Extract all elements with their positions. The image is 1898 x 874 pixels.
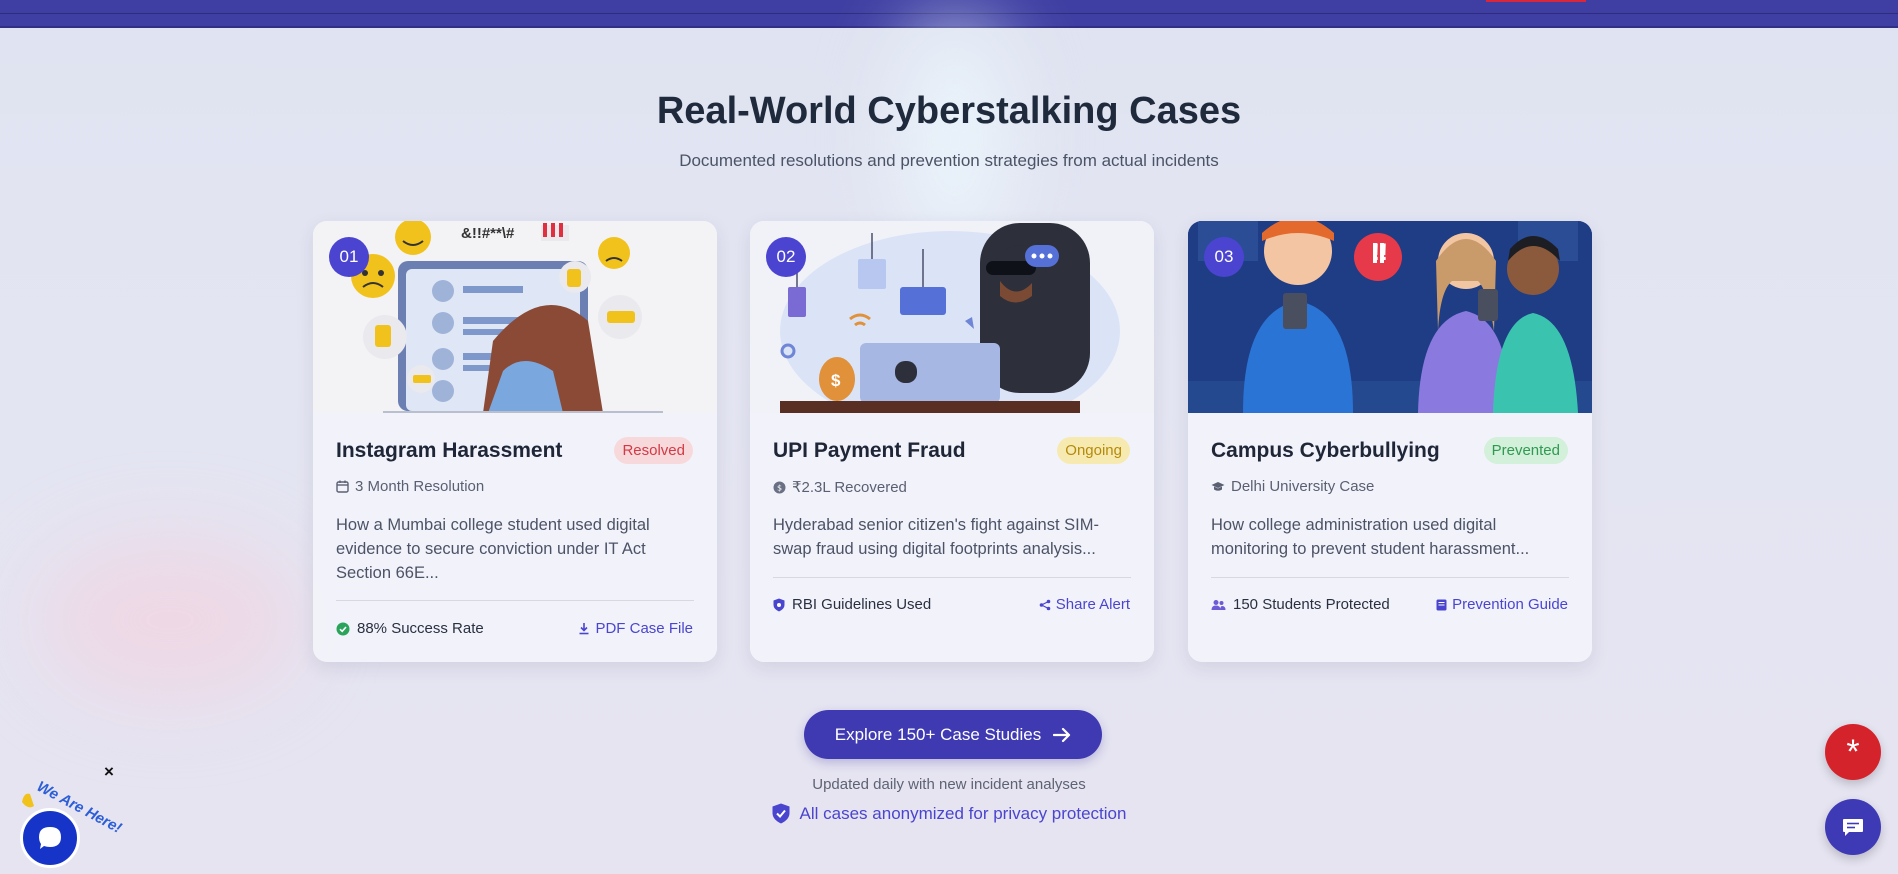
case-illustration: &!!#**\#	[313, 221, 717, 413]
rbi-guidelines: RBI Guidelines Used	[773, 596, 931, 613]
we-are-here-widget[interactable]: × We Are Here!	[18, 762, 124, 868]
case-meta-text: Delhi University Case	[1231, 478, 1375, 495]
case-meta: 3 Month Resolution	[336, 478, 484, 495]
card-divider	[336, 600, 694, 601]
check-circle-icon	[336, 622, 350, 635]
users-icon	[1211, 599, 1226, 610]
money-icon: $	[773, 481, 786, 493]
alert-symbol: !!	[1372, 239, 1388, 266]
background-glow	[40, 540, 300, 700]
chat-launcher-button[interactable]	[20, 808, 80, 868]
case-description: How college administration used digital …	[1211, 516, 1530, 558]
case-number-badge: 03	[1204, 237, 1244, 277]
status-badge: Resolved	[614, 437, 693, 464]
shield-check-icon	[772, 803, 790, 824]
students-protected: 150 Students Protected	[1211, 596, 1390, 613]
chat-floating-button[interactable]	[1825, 799, 1881, 855]
pdf-case-file-label: PDF Case File	[595, 620, 693, 637]
case-meta: Delhi University Case	[1211, 478, 1374, 495]
status-badge: Ongoing	[1057, 437, 1130, 464]
download-icon	[579, 623, 589, 635]
case-title: UPI Payment Fraud	[773, 439, 966, 462]
prevention-guide-label: Prevention Guide	[1452, 596, 1568, 613]
status-badge: Prevented	[1483, 437, 1568, 464]
explore-case-studies-label: Explore 150+ Case Studies	[834, 724, 1042, 744]
privacy-note-text: All cases anonymized for privacy protect…	[799, 803, 1127, 823]
case-description: Hyderabad senior citizen's fight against…	[773, 516, 1099, 558]
page-subtitle: Documented resolutions and prevention st…	[679, 151, 1219, 170]
cyberbullying-illustration	[1188, 221, 1592, 413]
page-title: Real-World Cyberstalking Cases	[656, 90, 1242, 132]
privacy-note: All cases anonymized for privacy protect…	[0, 803, 1898, 824]
rbi-guidelines-text: RBI Guidelines Used	[792, 596, 932, 613]
success-rate-text: 88% Success Rate	[357, 620, 484, 637]
money-bag-symbol: $	[831, 371, 841, 390]
success-rate: 88% Success Rate	[336, 620, 484, 637]
update-note: Updated daily with new incident analyses	[812, 776, 1086, 793]
graduation-cap-icon	[1211, 481, 1225, 491]
harassment-illustration	[313, 221, 717, 413]
case-meta-text: ₹2.3L Recovered	[792, 479, 907, 496]
fraud-illustration	[750, 221, 1154, 413]
case-card-instagram[interactable]: &!!#**\# 01 Instagram Harassment Resolve…	[313, 221, 717, 662]
calendar-icon	[336, 480, 349, 493]
arrow-right-icon	[1053, 727, 1071, 742]
share-alert-label: Share Alert	[1055, 596, 1130, 613]
case-meta-text: 3 Month Resolution	[355, 478, 485, 495]
card-divider	[773, 577, 1131, 578]
asterisk-icon: *	[1846, 732, 1860, 771]
help-floating-button[interactable]: *	[1825, 724, 1881, 780]
chat-icon	[1843, 819, 1863, 836]
case-card-campus[interactable]: !! 03 Campus Cyberbullying Prevented Del…	[1188, 221, 1592, 662]
card-divider	[1211, 577, 1569, 578]
case-card-upi[interactable]: $ 02 UPI Payment Fraud Ongoing $ ₹2.3L R…	[750, 221, 1154, 662]
nav-divider	[0, 13, 1898, 14]
chat-bubble-icon	[39, 827, 61, 849]
case-meta: $ ₹2.3L Recovered	[773, 478, 907, 496]
book-icon	[1436, 599, 1447, 610]
students-protected-text: 150 Students Protected	[1233, 596, 1390, 613]
pdf-case-file-link[interactable]: PDF Case File	[578, 620, 693, 637]
nav-accent-line	[1486, 0, 1586, 2]
profanity-symbols: &!!#**\#	[461, 225, 515, 242]
explore-case-studies-button[interactable]: Explore 150+ Case Studies	[804, 710, 1102, 759]
case-title: Instagram Harassment	[336, 439, 563, 462]
case-number-badge: 01	[329, 237, 369, 277]
case-illustration: $	[750, 221, 1154, 413]
case-illustration: !!	[1188, 221, 1592, 413]
share-alert-link[interactable]: Share Alert	[1039, 596, 1130, 613]
svg-text:$: $	[777, 483, 782, 492]
case-description: How a Mumbai college student used digita…	[336, 516, 650, 582]
case-number-badge: 02	[766, 237, 806, 277]
case-title: Campus Cyberbullying	[1211, 439, 1440, 462]
shield-icon	[773, 598, 785, 611]
prevention-guide-link[interactable]: Prevention Guide	[1436, 596, 1568, 613]
share-icon	[1039, 599, 1051, 610]
